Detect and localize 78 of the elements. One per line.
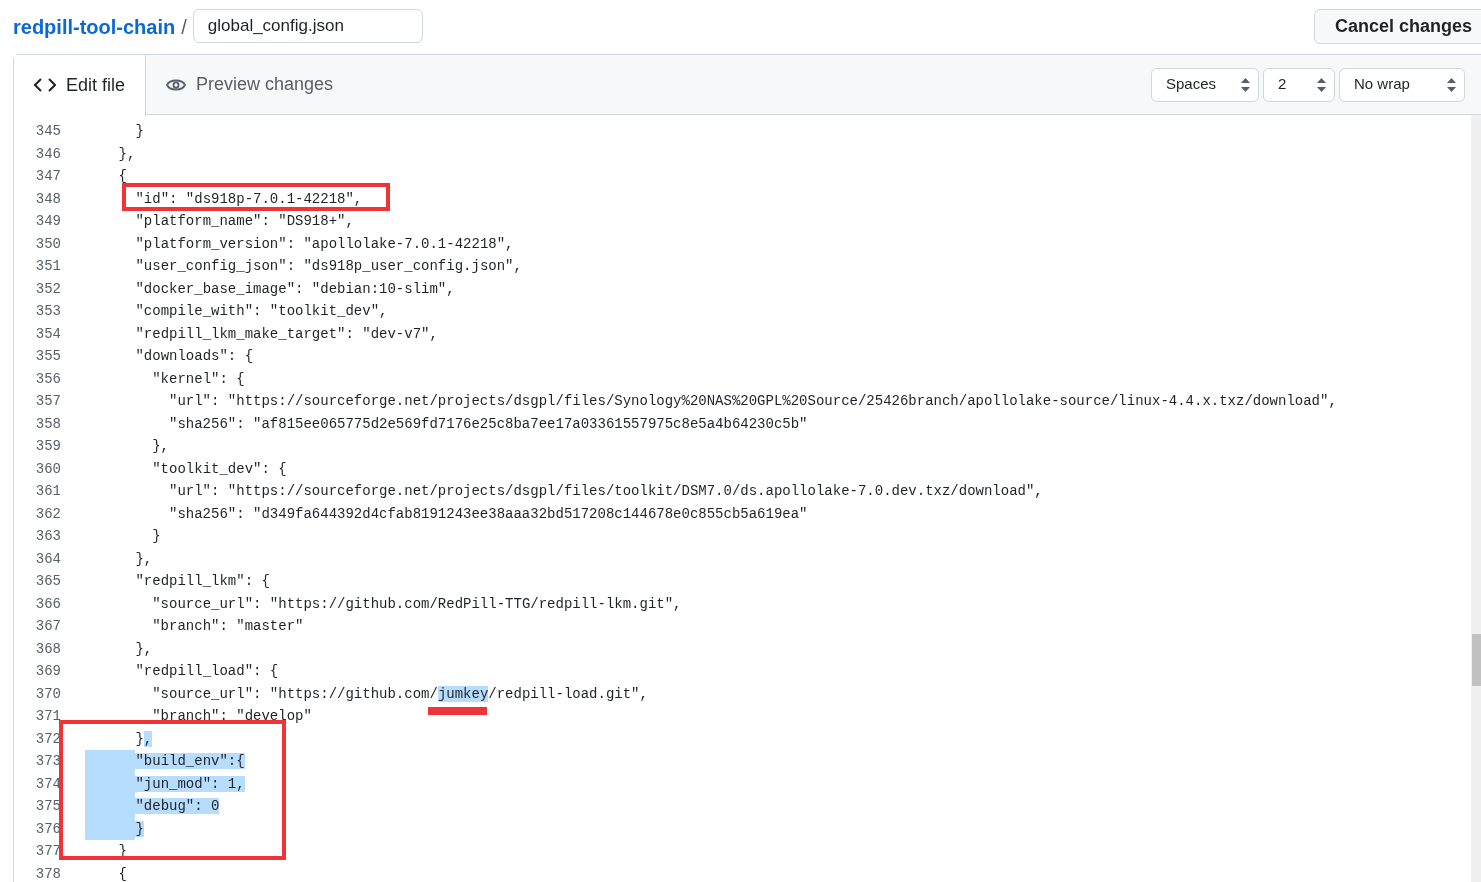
line-number: 378: [34, 864, 61, 882]
line-number: 346: [34, 144, 61, 164]
code-line: "branch": "develop": [152, 708, 312, 724]
line-number: 377: [34, 842, 61, 861]
filename-field[interactable]: global_config.json: [192, 9, 423, 43]
code-line: },: [135, 640, 153, 657]
code-icon: [34, 77, 56, 93]
line-number: 366: [34, 594, 61, 614]
updown-caret-icon: [1317, 77, 1326, 92]
code-line: "downloads": {: [135, 348, 254, 364]
line-number: 375: [34, 797, 61, 816]
line-number: 360: [34, 459, 61, 479]
line-number: 356: [34, 369, 61, 389]
line-number: 376: [34, 819, 61, 839]
code-line: },: [135, 730, 153, 747]
updown-caret-icon: [1241, 77, 1250, 92]
code-line: "redpill_lkm_make_target": "dev-v7",: [135, 325, 438, 342]
code-line: "branch": "master": [152, 618, 304, 634]
code-line: "source_url": "https://github.com/RedPill-TTG/redpill-lkm.git",: [152, 595, 682, 612]
line-number: 350: [34, 234, 61, 254]
line-number: 359: [34, 437, 61, 456]
line-number: 348: [34, 189, 61, 209]
line-number: 352: [34, 279, 61, 299]
code-line: },: [135, 550, 153, 567]
code-line: "redpill_load": {: [135, 663, 279, 679]
code-line: "url": "https://sourceforge.net/projects/dsgpl/files/toolkit/DSM7.0/ds.apollolake-7.0.dev.txz/download",: [169, 483, 1043, 499]
code-line: },: [118, 145, 136, 162]
code-line: "toolkit_dev": {: [152, 460, 287, 477]
editor-tab[interactable]: Edit file: [14, 54, 147, 116]
code-line: "user_config_json": "ds918p_user_config.json",: [135, 258, 522, 274]
code-line: "source_url": "https://github.com/jumkey/redpill-load.git",: [152, 685, 648, 702]
line-number: 362: [34, 504, 61, 524]
code-line: "url": "https://sourceforge.net/projects/dsgpl/files/Synology%20NAS%20GPL%20Source/25426branch/apollolake-source/linux-4.4.x.txz/download",: [169, 393, 1337, 409]
editor-tab[interactable]: Preview changes: [146, 54, 354, 115]
code-line: "kernel": {: [152, 370, 245, 387]
cancel-changes-button[interactable]: Cancel changes: [1313, 9, 1481, 44]
code-line: "docker_base_image": "debian:10-slim",: [135, 280, 455, 297]
updown-caret-icon: [1447, 77, 1456, 92]
line-number: 358: [34, 414, 61, 434]
line-number: 345: [34, 122, 61, 141]
line-number: 371: [34, 707, 61, 726]
code-line: "redpill_lkm": {: [135, 573, 270, 589]
line-number: 357: [34, 392, 61, 411]
scrollbar-thumb[interactable]: [1472, 634, 1481, 686]
line-number: 367: [34, 617, 61, 636]
repository-link[interactable]: redpill-tool-chain: [13, 12, 176, 42]
line-number: 369: [34, 662, 61, 681]
code-line: }: [135, 123, 144, 139]
code-line: "sha256": "d349fa644392d4cfab8191243ee38aaa32bd517208c144678e0c855cb5a619ea": [169, 505, 808, 522]
line-number: 353: [34, 302, 61, 321]
indent-size-select[interactable]: 2: [1263, 67, 1335, 102]
line-number: 361: [34, 482, 61, 501]
code-line: "id": "ds918p-7.0.1-42218",: [135, 190, 363, 207]
code-line: },: [152, 438, 170, 454]
line-number: 370: [34, 684, 61, 704]
code-line: "platform_version": "apollolake-7.0.1-42218",: [135, 235, 514, 252]
line-number: 372: [34, 729, 61, 749]
line-number: 363: [34, 527, 61, 546]
indent-mode-select[interactable]: Spaces: [1151, 67, 1259, 102]
line-number: 374: [34, 774, 61, 794]
line-number: 355: [34, 347, 61, 366]
line-number: 364: [34, 549, 61, 569]
line-number: 368: [34, 639, 61, 659]
code-line: "compile_with": "toolkit_dev",: [135, 303, 388, 319]
path-separator: /: [181, 15, 187, 40]
code-line: "sha256": "af815ee065775d2e569fd7176e25c8ba7ee17a03361557975c8e5a4b64230c5b": [169, 415, 808, 432]
line-number: 365: [34, 572, 61, 591]
line-number: 349: [34, 212, 61, 231]
annotation-underline: [428, 707, 487, 715]
line-number: 354: [34, 324, 61, 344]
line-number: 347: [34, 167, 61, 186]
code-line: {: [118, 865, 127, 882]
eye-icon: [166, 77, 187, 92]
wrap-mode-select[interactable]: No wrap: [1339, 67, 1465, 102]
code-line: {: [118, 168, 127, 184]
line-number: 351: [34, 257, 61, 276]
code-line: }: [152, 528, 161, 544]
code-line: "platform_name": "DS918+",: [135, 213, 354, 229]
